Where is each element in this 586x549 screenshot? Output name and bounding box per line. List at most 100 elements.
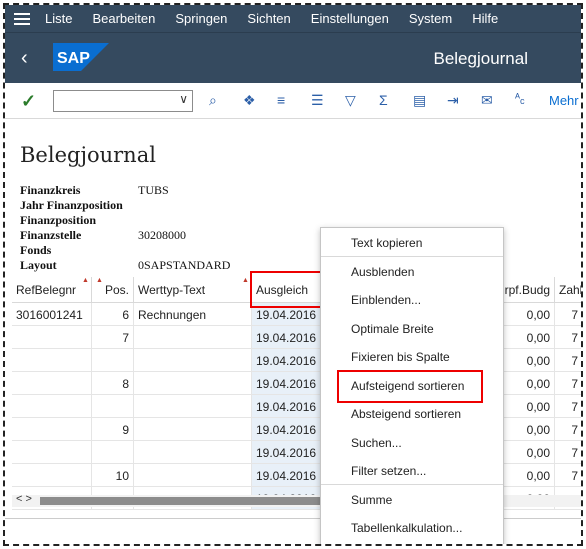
cell-refbelegnr[interactable]: 3016001241 [12, 303, 92, 326]
cell-budg[interactable]: 0,00 [500, 326, 555, 349]
cell-werttyp-text[interactable] [134, 326, 252, 349]
cell-werttyp-text[interactable] [134, 395, 252, 418]
toolbar: ✓ ∨ ⌕ ❖ ≡ ☰ ▽ Σ ▤ ⇥ ✉ ᴬc Mehr [5, 83, 581, 119]
print-preview-icon[interactable]: ▤ [413, 92, 426, 109]
cell-zahl[interactable]: 7 [555, 303, 581, 326]
highlight-box [337, 370, 483, 403]
mail-icon[interactable]: ✉ [481, 92, 493, 109]
cell-ausgleich[interactable]: 19.04.2016 [252, 441, 322, 464]
chevron-down-icon[interactable]: ∨ [179, 92, 188, 106]
column-header-werttyp-text[interactable]: Werttyp-Text ▲ [134, 277, 252, 303]
menu-item-tabellenkalkulation[interactable]: Tabellenkalkulation... [351, 521, 462, 535]
cell-zahl[interactable]: 7 [555, 372, 581, 395]
cell-ausgleich[interactable]: 19.04.2016 [252, 418, 322, 441]
cell-werttyp-text[interactable] [134, 441, 252, 464]
cell-zahl[interactable]: 7 [555, 326, 581, 349]
cell-zahl[interactable]: 7 [555, 464, 581, 487]
cell-budg[interactable]: 0,00 [500, 349, 555, 372]
menu-liste[interactable]: Liste [45, 11, 72, 26]
menu-hilfe[interactable]: Hilfe [472, 11, 498, 26]
align-justify-icon[interactable]: ☰ [311, 92, 324, 109]
column-header-refbelegnr[interactable]: RefBelegnr ▲ [12, 277, 92, 303]
cell-pos[interactable]: 10 [92, 464, 134, 487]
menu-springen[interactable]: Springen [175, 11, 227, 26]
cell-ausgleich[interactable]: 19.04.2016 [252, 326, 322, 349]
menu-item-optimale-breite[interactable]: Optimale Breite [351, 322, 434, 336]
field-jahr-finanzposition: Jahr Finanzposition [20, 198, 123, 212]
cell-refbelegnr[interactable] [12, 326, 92, 349]
highlight-box [250, 271, 322, 308]
cell-zahl[interactable]: 7 [555, 349, 581, 372]
column-header-budg[interactable]: rpf.Budg [500, 277, 555, 303]
cell-pos[interactable] [92, 349, 134, 372]
menu-item-absteigend-sortieren[interactable]: Absteigend sortieren [351, 407, 461, 421]
menu-item-ausblenden[interactable]: Ausblenden [351, 265, 414, 279]
chevron-left-icon[interactable]: ‹ [21, 47, 28, 70]
zoom-icon[interactable]: ⌕ [209, 92, 217, 109]
cell-refbelegnr[interactable] [12, 395, 92, 418]
cell-refbelegnr[interactable] [12, 418, 92, 441]
cell-budg[interactable]: 0,00 [500, 418, 555, 441]
report-title: Belegjournal [20, 143, 156, 167]
menu-item-text-kopieren[interactable]: Text kopieren [351, 236, 422, 250]
menu-item-fixieren-bis-spalte[interactable]: Fixieren bis Spalte [351, 350, 450, 364]
cell-werttyp-text[interactable] [134, 464, 252, 487]
export-icon[interactable]: ⇥ [447, 92, 459, 109]
align-center-icon[interactable]: ≡ [277, 92, 285, 108]
cell-refbelegnr[interactable] [12, 441, 92, 464]
menu-item-suchen[interactable]: Suchen... [351, 436, 402, 450]
cell-ausgleich[interactable]: 19.04.2016 [252, 372, 322, 395]
menu-bearbeiten[interactable]: Bearbeiten [92, 11, 155, 26]
cell-pos[interactable] [92, 441, 134, 464]
cell-pos[interactable] [92, 395, 134, 418]
field-finanzkreis: Finanzkreis TUBS [20, 183, 169, 197]
layout-icon[interactable]: ❖ [243, 92, 256, 109]
menu-sichten[interactable]: Sichten [247, 11, 290, 26]
more-button[interactable]: Mehr [549, 93, 579, 108]
cell-budg[interactable]: 0,00 [500, 372, 555, 395]
menu-system[interactable]: System [409, 11, 452, 26]
cell-pos[interactable]: 7 [92, 326, 134, 349]
cell-zahl[interactable]: 7 [555, 395, 581, 418]
hamburger-menu-icon[interactable] [5, 5, 39, 32]
column-header-pos[interactable]: ▲ Pos. [92, 277, 134, 303]
cell-pos[interactable]: 6 [92, 303, 134, 326]
menu-item-summe[interactable]: Summe [351, 493, 392, 507]
menu-item-einblenden[interactable]: Einblenden... [351, 293, 421, 307]
scrollbar-thumb[interactable] [40, 497, 333, 505]
menu-einstellungen[interactable]: Einstellungen [311, 11, 389, 26]
check-icon[interactable]: ✓ [21, 91, 36, 112]
command-field[interactable]: ∨ [53, 90, 193, 112]
cell-werttyp-text[interactable] [134, 372, 252, 395]
cell-pos[interactable]: 9 [92, 418, 134, 441]
sort-indicator-icon: ▲ [82, 277, 89, 284]
app-window: Liste Bearbeiten Springen Sichten Einste… [3, 3, 583, 546]
cell-werttyp-text[interactable] [134, 418, 252, 441]
cell-budg[interactable]: 0,00 [500, 303, 555, 326]
cell-ausgleich[interactable]: 19.04.2016 [252, 395, 322, 418]
sum-icon[interactable]: Σ [379, 92, 388, 108]
abc-icon[interactable]: ᴬc [515, 92, 525, 106]
cell-refbelegnr[interactable] [12, 349, 92, 372]
cell-ausgleich[interactable]: 19.04.2016 [252, 464, 322, 487]
cell-werttyp-text[interactable] [134, 349, 252, 372]
cell-ausgleich[interactable]: 19.04.2016 [252, 349, 322, 372]
cell-zahl[interactable]: 7 [555, 441, 581, 464]
sort-indicator-icon: ▲ [96, 277, 103, 284]
cell-zahl[interactable]: 7 [555, 418, 581, 441]
menu-item-filter-setzen[interactable]: Filter setzen... [351, 464, 426, 478]
field-finanzstelle: Finanzstelle 30208000 [20, 228, 186, 242]
menu-separator [321, 256, 503, 257]
context-menu: Text kopieren Ausblenden Einblenden... O… [320, 227, 504, 544]
cell-refbelegnr[interactable] [12, 464, 92, 487]
cell-budg[interactable]: 0,00 [500, 464, 555, 487]
cell-werttyp-text[interactable]: Rechnungen [134, 303, 252, 326]
scroll-arrows[interactable]: < > [16, 493, 32, 505]
cell-budg[interactable]: 0,00 [500, 441, 555, 464]
svg-text:SAP: SAP [57, 50, 90, 67]
cell-budg[interactable]: 0,00 [500, 395, 555, 418]
column-header-zahl[interactable]: Zahl.. [555, 277, 581, 303]
cell-pos[interactable]: 8 [92, 372, 134, 395]
filter-icon[interactable]: ▽ [345, 92, 356, 109]
cell-refbelegnr[interactable] [12, 372, 92, 395]
